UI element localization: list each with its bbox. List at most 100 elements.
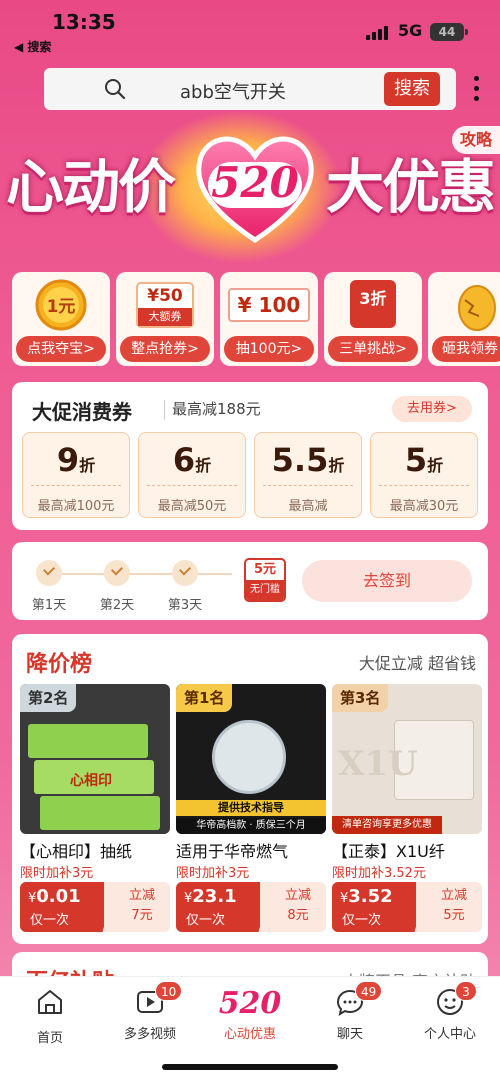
rank-badge: 第3名 bbox=[332, 684, 389, 712]
check-icon bbox=[104, 560, 130, 586]
product-price: 23.1 bbox=[192, 886, 237, 907]
back-to-search-link[interactable]: ◀ 搜索 bbox=[14, 38, 51, 55]
status-time: 13:35 bbox=[52, 10, 116, 34]
coupon-item[interactable]: 5折 最高减30元 bbox=[370, 432, 478, 518]
coupon-subtitle: 最高减188元 bbox=[172, 400, 261, 418]
network-type: 5G bbox=[398, 21, 423, 40]
entry-label: 砸我领券 bbox=[432, 336, 500, 362]
entry-label: 三单挑战> bbox=[328, 336, 418, 362]
coupon-item[interactable]: 9折 最高减100元 bbox=[22, 432, 130, 518]
product-card[interactable]: X1U 清单咨询享更多优惠 第3名 【正泰】X1U纤 限时加补3.52元 ¥3.… bbox=[332, 684, 482, 936]
price-button[interactable]: ¥0.01 仅一次 立减 7元 bbox=[20, 882, 170, 932]
entry-label: 抽100元> bbox=[224, 336, 314, 362]
product-image: X1U 清单咨询享更多优惠 第3名 bbox=[332, 684, 482, 834]
tab-chat[interactable]: 49 聊天 bbox=[310, 981, 390, 1042]
product-image-caption: 清单咨询享更多优惠 bbox=[332, 816, 442, 834]
profile-badge: 3 bbox=[455, 981, 477, 1001]
product-subsidy: 限时加补3元 bbox=[20, 866, 94, 881]
search-icon bbox=[105, 79, 126, 100]
checkin-day: 第3天 bbox=[160, 560, 210, 613]
strategy-button[interactable]: 攻略 bbox=[452, 126, 500, 154]
chat-badge: 49 bbox=[355, 981, 383, 1001]
coupon-item[interactable]: 5.5折 最高减 bbox=[254, 432, 362, 518]
home-icon bbox=[38, 990, 62, 1014]
use-coupon-button[interactable]: 去用券> bbox=[392, 396, 472, 422]
discount-envelope-icon: 3折 bbox=[350, 280, 396, 328]
home-indicator bbox=[162, 1064, 338, 1070]
coupon-discount: 9 bbox=[56, 441, 80, 479]
more-options-icon[interactable] bbox=[474, 76, 480, 102]
entry-hourly-coupon[interactable]: ¥50 大额券 整点抢券> bbox=[116, 272, 214, 366]
coupon-title: 大促消费券 bbox=[32, 400, 132, 424]
coupon-unit: 折 bbox=[195, 456, 212, 475]
product-name: 【心相印】抽纸 bbox=[20, 842, 133, 861]
rank-badge: 第1名 bbox=[176, 684, 233, 712]
tab-video[interactable]: 10 多多视频 bbox=[110, 981, 190, 1042]
product-name: 【正泰】X1U纤 bbox=[332, 842, 445, 861]
price-drop-ranking: 降价榜 大促立减 超省钱 心相印 第2名 【心相印】抽纸 限时加补3元 ¥0.0… bbox=[12, 634, 488, 944]
tab-profile[interactable]: 3 个人中心 bbox=[410, 981, 490, 1042]
divider bbox=[164, 400, 165, 420]
coupon-unit: 折 bbox=[79, 456, 96, 475]
checkin-day: 第2天 bbox=[92, 560, 142, 613]
product-subsidy: 限时加补3.52元 bbox=[332, 866, 426, 881]
coupon-ticket-icon: ¥50 大额券 bbox=[136, 282, 194, 328]
search-input[interactable]: abb空气开关 bbox=[180, 78, 286, 104]
banner-title-left: 心动价 bbox=[6, 153, 176, 221]
status-bar: 13:35 ◀ 搜索 5G 44 bbox=[0, 0, 500, 58]
banner-number: 520 bbox=[211, 158, 299, 207]
coupon-max: 最高减 bbox=[288, 499, 328, 514]
520-logo: 520 bbox=[218, 986, 282, 1021]
search-button[interactable]: 搜索 bbox=[384, 72, 440, 106]
coupon-unit: 折 bbox=[427, 456, 444, 475]
signal-icon bbox=[366, 24, 392, 40]
tab-deals[interactable]: 520 心动优惠 bbox=[210, 986, 290, 1043]
product-image-text: X1U bbox=[338, 744, 418, 784]
product-subsidy: 限时加补3元 bbox=[176, 866, 250, 881]
product-image-caption: 华帝高档款 · 质保三个月 bbox=[176, 818, 326, 834]
entry-label: 点我夺宝> bbox=[16, 336, 106, 362]
coupon-card: 大促消费券 最高减188元 去用券> 9折 最高减100元 6折 最高减50元 … bbox=[12, 382, 488, 530]
coupon-discount: 5 bbox=[404, 441, 428, 479]
battery-icon: 44 bbox=[430, 23, 468, 41]
product-card[interactable]: 提供技术指导 华帝高档款 · 质保三个月 第1名 适用于华帝燃气 限时加补3元 … bbox=[176, 684, 326, 936]
product-price: 3.52 bbox=[348, 886, 393, 907]
checkin-button[interactable]: 去签到 bbox=[302, 560, 472, 602]
entry-label: 整点抢券> bbox=[120, 336, 210, 362]
product-image-text: 提供技术指导 bbox=[176, 800, 326, 816]
entry-three-orders[interactable]: 3折 三单挑战> bbox=[324, 272, 422, 366]
rank-badge: 第2名 bbox=[20, 684, 77, 712]
ranking-title: 降价榜 bbox=[26, 652, 93, 677]
tab-home[interactable]: 首页 bbox=[10, 987, 90, 1046]
checkin-reward: 5元 无门槛 bbox=[244, 558, 286, 602]
cash-ticket-icon: ¥ 100 bbox=[228, 288, 310, 322]
price-cut: 8元 bbox=[287, 908, 309, 923]
video-badge: 10 bbox=[155, 981, 183, 1001]
coupon-discount: 6 bbox=[172, 441, 196, 479]
price-cut: 7元 bbox=[131, 908, 153, 923]
golden-egg-icon bbox=[458, 285, 496, 331]
entry-smash-egg[interactable]: 砸我领券 bbox=[428, 272, 500, 366]
entry-treasure[interactable]: 1元 点我夺宝> bbox=[12, 272, 110, 366]
product-image: 提供技术指导 华帝高档款 · 质保三个月 第1名 bbox=[176, 684, 326, 834]
checkin-card: 第1天 第2天 第3天 5元 无门槛 去签到 bbox=[12, 542, 488, 620]
product-card[interactable]: 心相印 第2名 【心相印】抽纸 限时加补3元 ¥0.01 仅一次 立减 7元 bbox=[20, 684, 170, 936]
coupon-item[interactable]: 6折 最高减50元 bbox=[138, 432, 246, 518]
coupon-discount: 5.5 bbox=[271, 441, 329, 479]
check-icon bbox=[36, 560, 62, 586]
coin-label: 1元 bbox=[46, 297, 76, 317]
coupon-max: 最高减30元 bbox=[389, 499, 459, 514]
entry-lottery[interactable]: ¥ 100 抽100元> bbox=[220, 272, 318, 366]
product-image: 心相印 第2名 bbox=[20, 684, 170, 834]
coupon-unit: 折 bbox=[328, 456, 345, 475]
checkin-day: 第1天 bbox=[24, 560, 74, 613]
ranking-subtitle: 大促立减 超省钱 bbox=[358, 654, 476, 673]
product-price: 0.01 bbox=[36, 886, 81, 907]
check-icon bbox=[172, 560, 198, 586]
coupon-max: 最高减50元 bbox=[157, 499, 227, 514]
price-cut: 5元 bbox=[443, 908, 465, 923]
price-button[interactable]: ¥3.52 仅一次 立减 5元 bbox=[332, 882, 482, 932]
product-name: 适用于华帝燃气 bbox=[176, 842, 289, 861]
price-button[interactable]: ¥23.1 仅一次 立减 8元 bbox=[176, 882, 326, 932]
product-image-text: 心相印 bbox=[70, 773, 112, 789]
